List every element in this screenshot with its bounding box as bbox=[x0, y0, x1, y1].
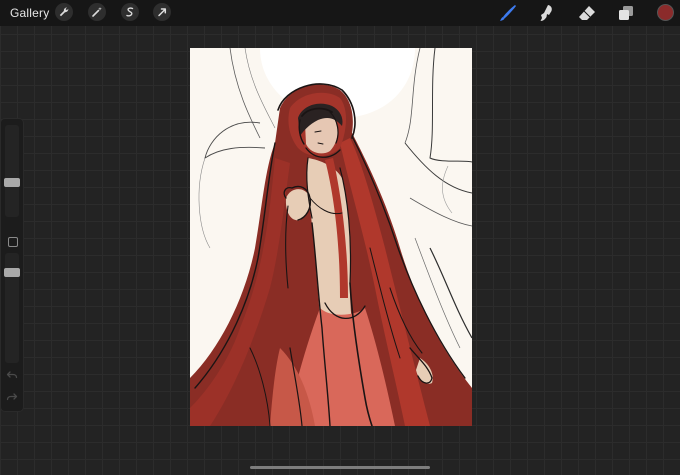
artwork-red-hooded-figure bbox=[190, 48, 472, 426]
modify-button[interactable] bbox=[8, 237, 18, 247]
redo-icon[interactable] bbox=[6, 391, 18, 403]
transform-arrow-icon[interactable] bbox=[153, 3, 171, 21]
procreate-app: Gallery bbox=[0, 0, 680, 475]
brush-icon[interactable] bbox=[497, 3, 519, 23]
magic-wand-icon[interactable] bbox=[88, 3, 106, 21]
undo-icon[interactable] bbox=[6, 369, 18, 381]
wrench-icon[interactable] bbox=[55, 3, 73, 21]
opacity-slider[interactable] bbox=[4, 253, 20, 363]
layers-icon[interactable] bbox=[615, 3, 637, 23]
top-toolbar: Gallery bbox=[0, 0, 680, 26]
opacity-handle[interactable] bbox=[4, 268, 20, 277]
selection-icon[interactable] bbox=[121, 3, 139, 21]
brush-size-slider[interactable] bbox=[4, 125, 20, 217]
eraser-icon[interactable] bbox=[576, 3, 598, 23]
drawing-canvas[interactable] bbox=[190, 48, 472, 426]
left-sidebar bbox=[1, 119, 23, 411]
home-indicator bbox=[250, 466, 430, 469]
brush-size-handle[interactable] bbox=[4, 178, 20, 187]
gallery-button[interactable]: Gallery bbox=[10, 6, 49, 20]
color-picker-button[interactable] bbox=[657, 4, 674, 21]
smudge-icon[interactable] bbox=[535, 3, 557, 23]
